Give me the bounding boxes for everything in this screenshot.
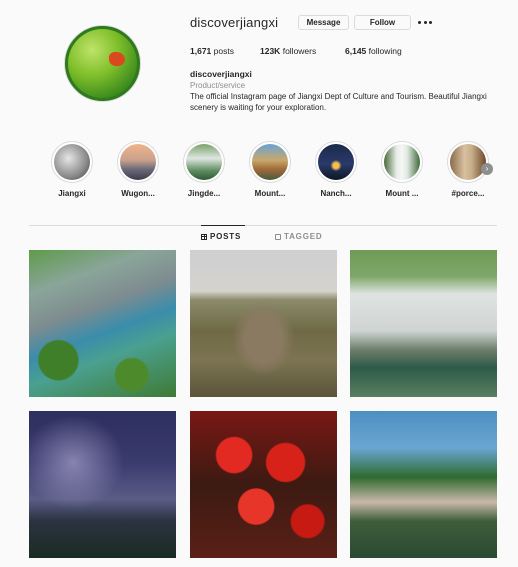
highlight-label: #porce... [451,189,485,198]
tab-tagged[interactable]: TAGGED [275,232,322,241]
highlight-mount-2[interactable]: Mount ... [380,141,424,198]
tab-posts-label: POSTS [210,232,242,241]
avatar-image [68,29,137,98]
message-button[interactable]: Message [298,15,349,30]
followers-label: followers [282,46,317,56]
active-tab-indicator [201,225,245,226]
bio-text: The official Instagram page of Jiangxi D… [190,92,487,112]
tabs-divider [29,225,497,226]
highlight-wugong[interactable]: Wugon... [116,141,160,198]
profile-avatar[interactable] [64,25,141,102]
posts-stat: 1,671 posts [190,46,234,56]
tab-tagged-label: TAGGED [284,232,323,241]
more-options-icon[interactable] [418,17,432,27]
tab-posts[interactable]: POSTS [201,232,241,241]
highlight-cover [186,144,222,180]
highlight-label: Mount... [254,189,286,198]
posts-count: 1,671 [190,46,212,56]
following-stat[interactable]: 6,145 following [345,46,402,56]
highlight-cover [450,144,486,180]
tag-icon [275,233,281,240]
highlights-next-chevron-icon[interactable]: › [481,163,493,175]
highlight-label: Jiangxi [58,189,86,198]
highlight-nanchang[interactable]: Nanch... [314,141,358,198]
grid-icon [201,233,207,240]
posts-label: posts [213,46,234,56]
avatar-logo-mark [109,52,125,66]
post-thumbnail-village[interactable] [29,250,176,397]
highlight-jiangxi[interactable]: Jiangxi [50,141,94,198]
highlight-label: Nanch... [320,189,352,198]
highlight-label: Wugon... [121,189,155,198]
highlight-mount-1[interactable]: Mount... [248,141,292,198]
highlight-cover [384,144,420,180]
bio-category: Product/service [190,81,246,90]
highlight-cover [252,144,288,180]
bio-name: discoverjiangxi [190,69,252,79]
followers-count: 123K [260,46,281,56]
highlight-cover [120,144,156,180]
post-thumbnail-riverside-houses[interactable] [350,250,497,397]
highlight-label: Jingde... [187,189,221,198]
following-count: 6,145 [345,46,367,56]
post-thumbnail-tower[interactable] [190,250,337,397]
follow-button[interactable]: Follow [354,15,411,30]
following-label: following [368,46,402,56]
profile-username: discoverjiangxi [190,15,279,30]
highlight-jingde[interactable]: Jingde... [182,141,226,198]
post-thumbnail-red-flowers[interactable] [190,411,337,558]
post-thumbnail-night-sky[interactable] [29,411,176,558]
highlight-cover [318,144,354,180]
highlight-label: Mount ... [385,189,419,198]
post-thumbnail-lakeside-house[interactable] [350,411,497,558]
followers-stat[interactable]: 123K followers [260,46,316,56]
highlight-cover [54,144,90,180]
